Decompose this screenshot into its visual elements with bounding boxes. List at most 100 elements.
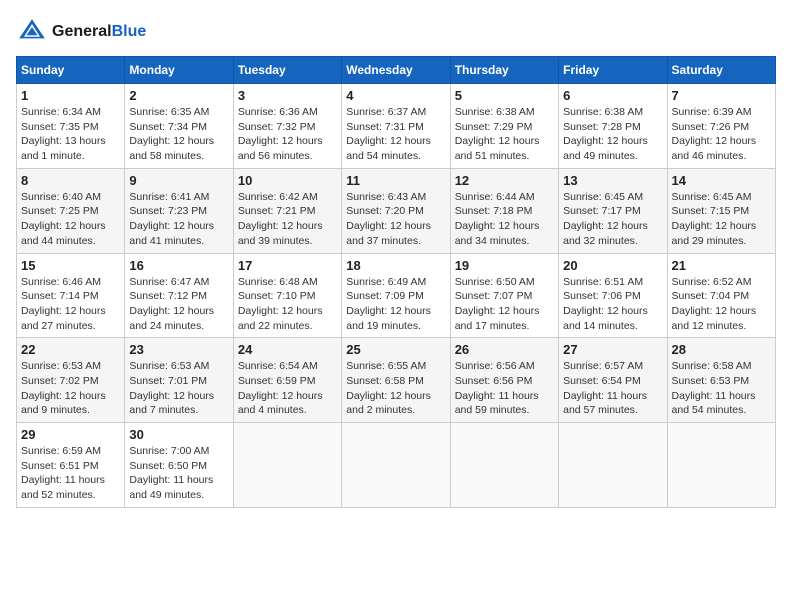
- day-number: 28: [672, 342, 771, 357]
- calendar-cell: [450, 423, 558, 508]
- day-number: 20: [563, 258, 662, 273]
- calendar-cell: 16 Sunrise: 6:47 AM Sunset: 7:12 PM Dayli…: [125, 253, 233, 338]
- day-number: 25: [346, 342, 445, 357]
- day-info: Sunrise: 6:45 AM Sunset: 7:15 PM Dayligh…: [672, 190, 771, 249]
- day-number: 6: [563, 88, 662, 103]
- calendar-cell: 25 Sunrise: 6:55 AM Sunset: 6:58 PM Dayli…: [342, 338, 450, 423]
- day-number: 4: [346, 88, 445, 103]
- day-number: 11: [346, 173, 445, 188]
- logo: GeneralBlue: [16, 16, 146, 48]
- calendar-cell: 14 Sunrise: 6:45 AM Sunset: 7:15 PM Dayli…: [667, 168, 775, 253]
- calendar-cell: [233, 423, 341, 508]
- day-info: Sunrise: 6:57 AM Sunset: 6:54 PM Dayligh…: [563, 359, 662, 418]
- day-info: Sunrise: 6:52 AM Sunset: 7:04 PM Dayligh…: [672, 275, 771, 334]
- calendar-cell: 7 Sunrise: 6:39 AM Sunset: 7:26 PM Daylig…: [667, 84, 775, 169]
- calendar-cell: 22Sunrise: 6:53 AM Sunset: 7:02 PM Dayli…: [17, 338, 125, 423]
- calendar-cell: 19 Sunrise: 6:50 AM Sunset: 7:07 PM Dayli…: [450, 253, 558, 338]
- day-number: 17: [238, 258, 337, 273]
- day-number: 24: [238, 342, 337, 357]
- calendar-cell: 23Sunrise: 6:53 AM Sunset: 7:01 PM Dayli…: [125, 338, 233, 423]
- calendar-cell: 8Sunrise: 6:40 AM Sunset: 7:25 PM Daylig…: [17, 168, 125, 253]
- day-info: Sunrise: 6:47 AM Sunset: 7:12 PM Dayligh…: [129, 275, 228, 334]
- day-info: Sunrise: 6:58 AM Sunset: 6:53 PM Dayligh…: [672, 359, 771, 418]
- calendar-cell: 5Sunrise: 6:38 AM Sunset: 7:29 PM Daylig…: [450, 84, 558, 169]
- weekday-sunday: Sunday: [17, 57, 125, 84]
- day-number: 12: [455, 173, 554, 188]
- calendar-cell: 4 Sunrise: 6:37 AM Sunset: 7:31 PM Daylig…: [342, 84, 450, 169]
- calendar-week-4: 22Sunrise: 6:53 AM Sunset: 7:02 PM Dayli…: [17, 338, 776, 423]
- day-info: Sunrise: 6:46 AM Sunset: 7:14 PM Dayligh…: [21, 275, 120, 334]
- day-number: 7: [672, 88, 771, 103]
- day-info: Sunrise: 6:55 AM Sunset: 6:58 PM Dayligh…: [346, 359, 445, 418]
- calendar-cell: 27 Sunrise: 6:57 AM Sunset: 6:54 PM Dayli…: [559, 338, 667, 423]
- day-info: Sunrise: 6:42 AM Sunset: 7:21 PM Dayligh…: [238, 190, 337, 249]
- weekday-saturday: Saturday: [667, 57, 775, 84]
- day-info: Sunrise: 6:48 AM Sunset: 7:10 PM Dayligh…: [238, 275, 337, 334]
- calendar-cell: 26Sunrise: 6:56 AM Sunset: 6:56 PM Dayli…: [450, 338, 558, 423]
- weekday-tuesday: Tuesday: [233, 57, 341, 84]
- day-info: Sunrise: 6:50 AM Sunset: 7:07 PM Dayligh…: [455, 275, 554, 334]
- calendar-cell: 24 Sunrise: 6:54 AM Sunset: 6:59 PM Dayli…: [233, 338, 341, 423]
- logo-text: GeneralBlue: [52, 23, 146, 41]
- day-info: Sunrise: 6:38 AM Sunset: 7:29 PM Dayligh…: [455, 105, 554, 164]
- calendar-cell: [559, 423, 667, 508]
- day-info: Sunrise: 6:41 AM Sunset: 7:23 PM Dayligh…: [129, 190, 228, 249]
- day-number: 9: [129, 173, 228, 188]
- day-info: Sunrise: 6:45 AM Sunset: 7:17 PM Dayligh…: [563, 190, 662, 249]
- day-number: 29: [21, 427, 120, 442]
- calendar-cell: 1 Sunrise: 6:34 AM Sunset: 7:35 PM Daylig…: [17, 84, 125, 169]
- calendar-week-2: 8Sunrise: 6:40 AM Sunset: 7:25 PM Daylig…: [17, 168, 776, 253]
- day-info: Sunrise: 6:36 AM Sunset: 7:32 PM Dayligh…: [238, 105, 337, 164]
- day-number: 19: [455, 258, 554, 273]
- day-number: 1: [21, 88, 120, 103]
- calendar-cell: [667, 423, 775, 508]
- weekday-thursday: Thursday: [450, 57, 558, 84]
- calendar-cell: 28 Sunrise: 6:58 AM Sunset: 6:53 PM Dayli…: [667, 338, 775, 423]
- day-number: 8: [21, 173, 120, 188]
- day-number: 23: [129, 342, 228, 357]
- calendar-cell: 18 Sunrise: 6:49 AM Sunset: 7:09 PM Dayli…: [342, 253, 450, 338]
- calendar-header: SundayMondayTuesdayWednesdayThursdayFrid…: [17, 57, 776, 84]
- weekday-header-row: SundayMondayTuesdayWednesdayThursdayFrid…: [17, 57, 776, 84]
- day-info: Sunrise: 6:37 AM Sunset: 7:31 PM Dayligh…: [346, 105, 445, 164]
- calendar-week-1: 1 Sunrise: 6:34 AM Sunset: 7:35 PM Daylig…: [17, 84, 776, 169]
- calendar-cell: 10Sunrise: 6:42 AM Sunset: 7:21 PM Dayli…: [233, 168, 341, 253]
- day-info: Sunrise: 6:38 AM Sunset: 7:28 PM Dayligh…: [563, 105, 662, 164]
- day-number: 22: [21, 342, 120, 357]
- logo-icon: [16, 16, 48, 48]
- calendar-cell: 6 Sunrise: 6:38 AM Sunset: 7:28 PM Daylig…: [559, 84, 667, 169]
- day-info: Sunrise: 6:35 AM Sunset: 7:34 PM Dayligh…: [129, 105, 228, 164]
- day-info: Sunrise: 6:59 AM Sunset: 6:51 PM Dayligh…: [21, 444, 120, 503]
- calendar-cell: 15 Sunrise: 6:46 AM Sunset: 7:14 PM Dayli…: [17, 253, 125, 338]
- day-number: 30: [129, 427, 228, 442]
- day-info: Sunrise: 6:39 AM Sunset: 7:26 PM Dayligh…: [672, 105, 771, 164]
- day-number: 14: [672, 173, 771, 188]
- calendar-cell: 30 Sunrise: 7:00 AM Sunset: 6:50 PM Dayli…: [125, 423, 233, 508]
- day-info: Sunrise: 7:00 AM Sunset: 6:50 PM Dayligh…: [129, 444, 228, 503]
- calendar-cell: 17 Sunrise: 6:48 AM Sunset: 7:10 PM Dayli…: [233, 253, 341, 338]
- calendar-cell: 29 Sunrise: 6:59 AM Sunset: 6:51 PM Dayli…: [17, 423, 125, 508]
- calendar-cell: 13 Sunrise: 6:45 AM Sunset: 7:17 PM Dayli…: [559, 168, 667, 253]
- day-info: Sunrise: 6:49 AM Sunset: 7:09 PM Dayligh…: [346, 275, 445, 334]
- day-number: 15: [21, 258, 120, 273]
- page-header: GeneralBlue: [16, 16, 776, 48]
- weekday-friday: Friday: [559, 57, 667, 84]
- calendar-cell: 20Sunrise: 6:51 AM Sunset: 7:06 PM Dayli…: [559, 253, 667, 338]
- calendar-cell: 21Sunrise: 6:52 AM Sunset: 7:04 PM Dayli…: [667, 253, 775, 338]
- calendar-cell: 3 Sunrise: 6:36 AM Sunset: 7:32 PM Daylig…: [233, 84, 341, 169]
- day-info: Sunrise: 6:34 AM Sunset: 7:35 PM Dayligh…: [21, 105, 120, 164]
- calendar-cell: [342, 423, 450, 508]
- day-number: 16: [129, 258, 228, 273]
- calendar-cell: 9 Sunrise: 6:41 AM Sunset: 7:23 PM Daylig…: [125, 168, 233, 253]
- day-number: 13: [563, 173, 662, 188]
- day-number: 3: [238, 88, 337, 103]
- weekday-wednesday: Wednesday: [342, 57, 450, 84]
- weekday-monday: Monday: [125, 57, 233, 84]
- day-number: 27: [563, 342, 662, 357]
- day-info: Sunrise: 6:54 AM Sunset: 6:59 PM Dayligh…: [238, 359, 337, 418]
- calendar-week-3: 15 Sunrise: 6:46 AM Sunset: 7:14 PM Dayli…: [17, 253, 776, 338]
- calendar-table: SundayMondayTuesdayWednesdayThursdayFrid…: [16, 56, 776, 508]
- day-number: 18: [346, 258, 445, 273]
- day-info: Sunrise: 6:44 AM Sunset: 7:18 PM Dayligh…: [455, 190, 554, 249]
- day-number: 2: [129, 88, 228, 103]
